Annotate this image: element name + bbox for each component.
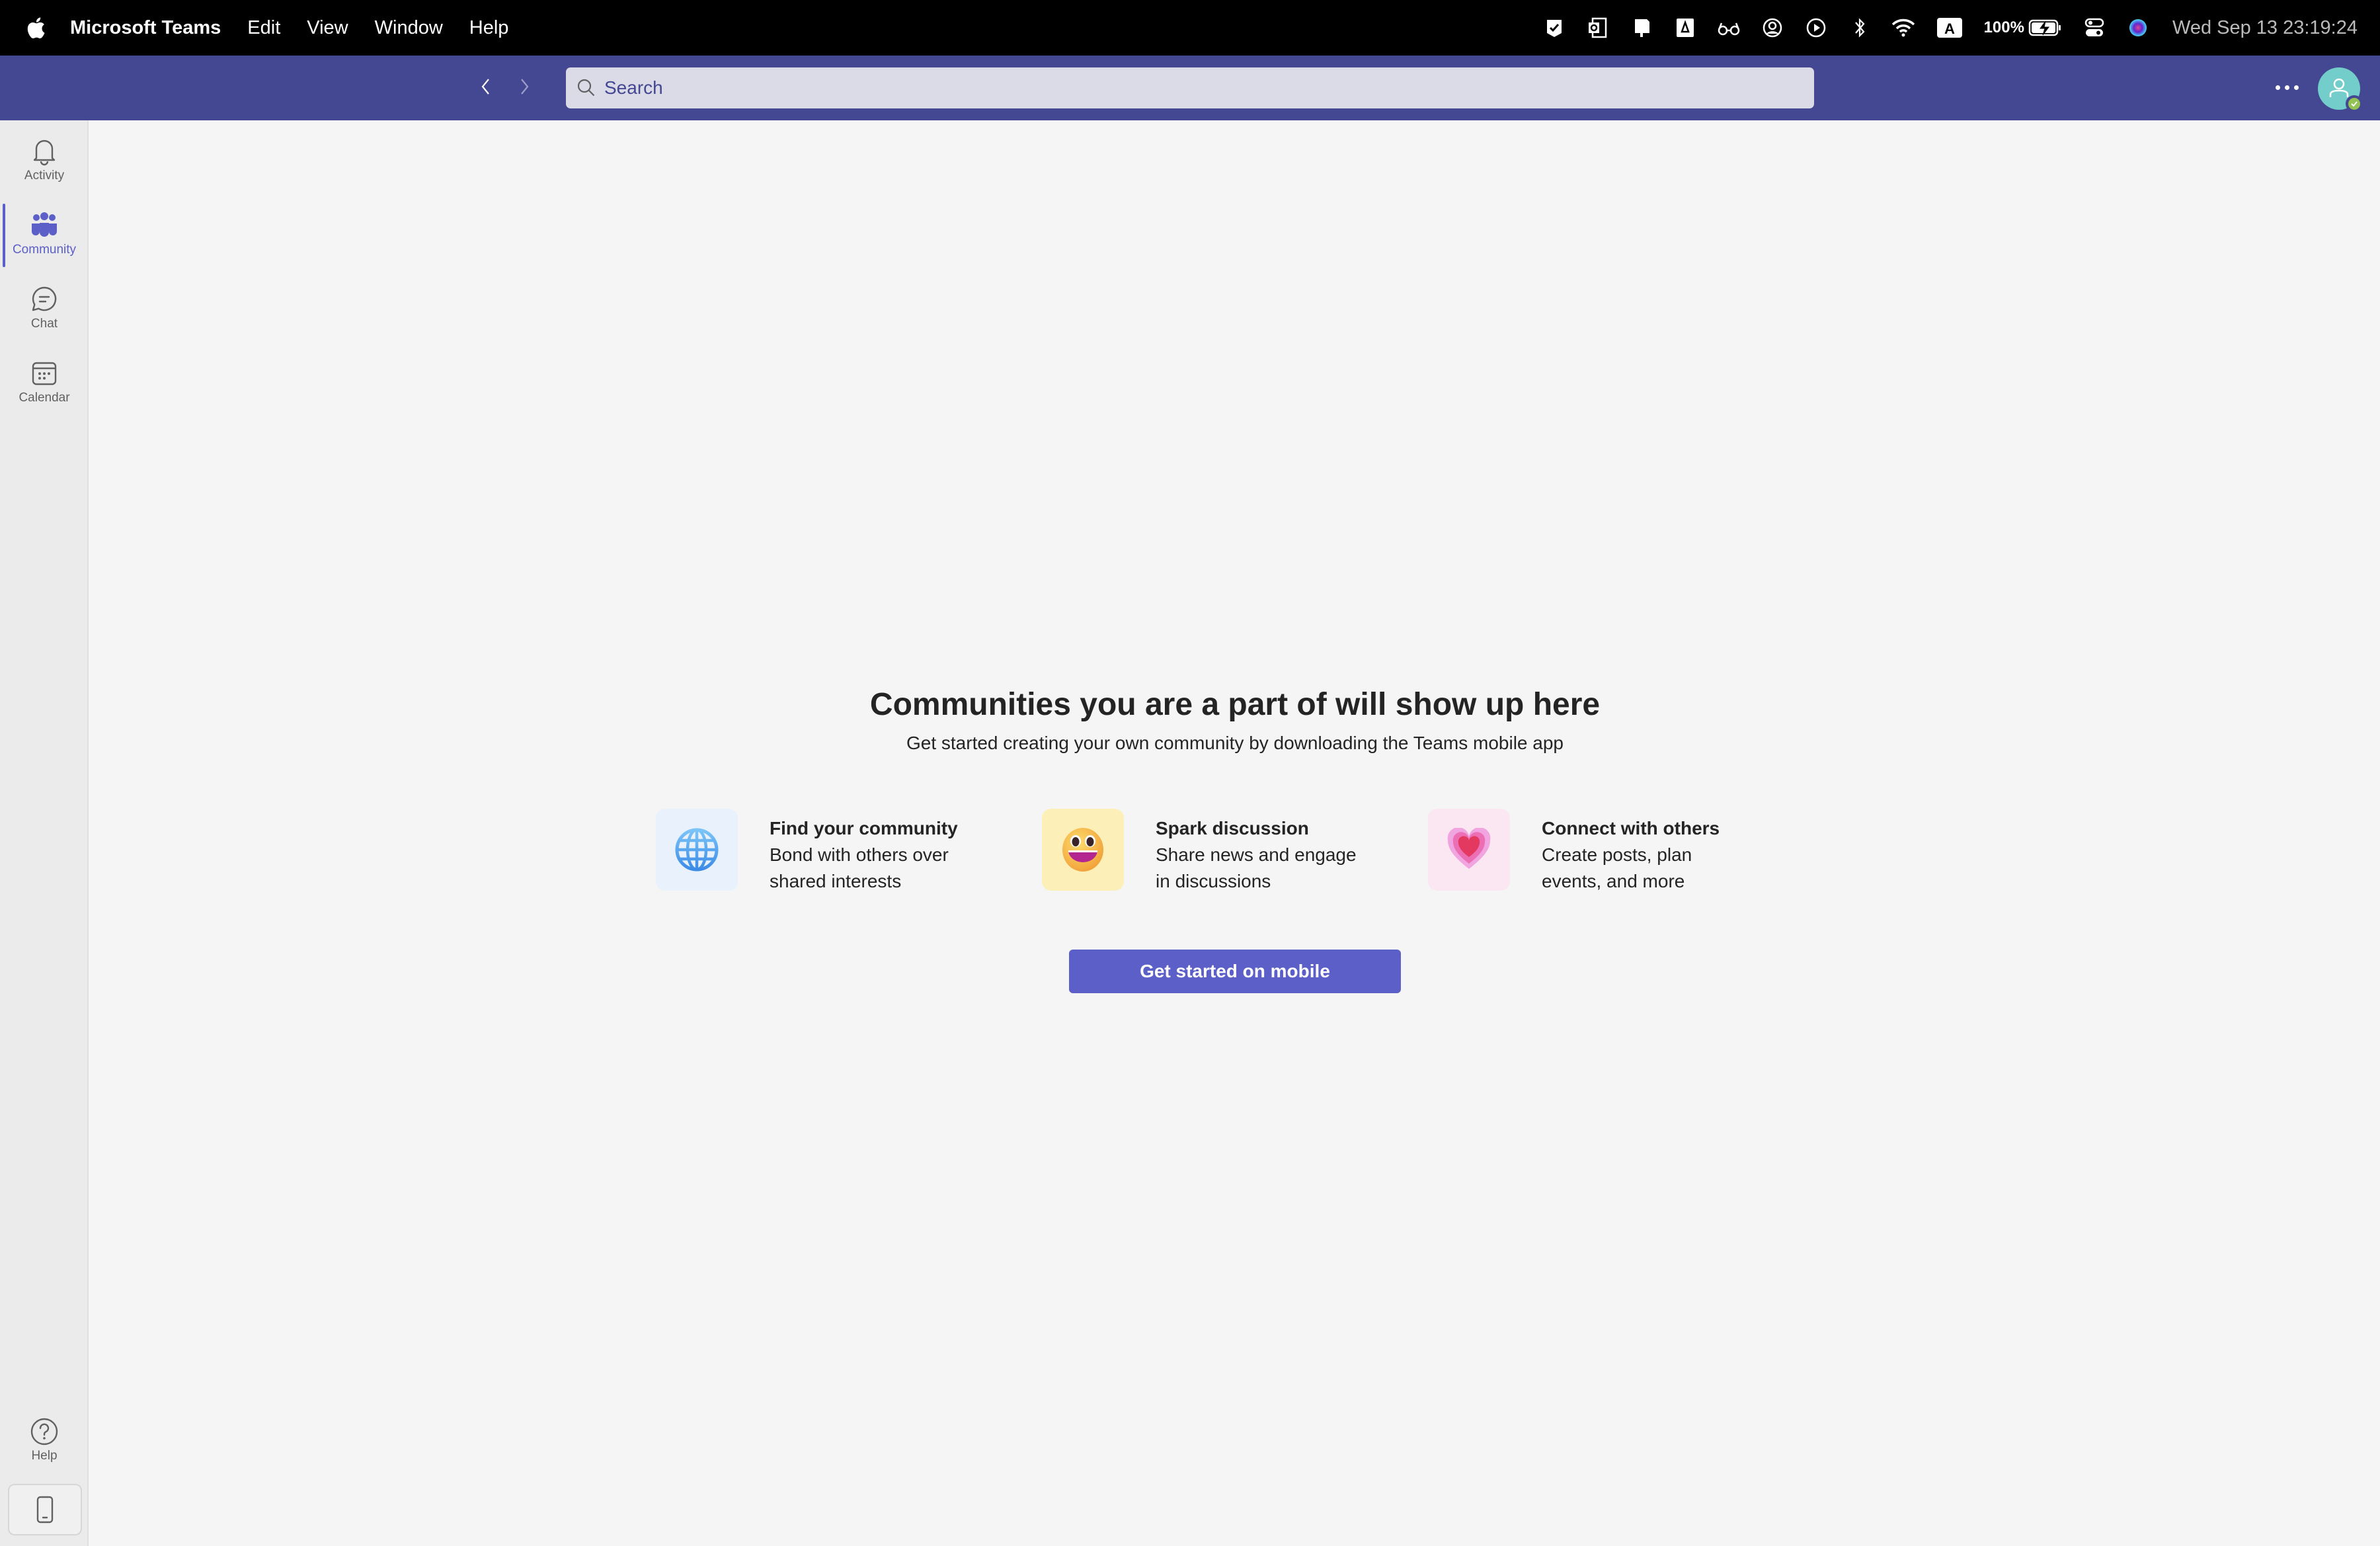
feature-title: Find your community — [770, 818, 958, 838]
back-button[interactable] — [469, 70, 502, 103]
apple-menu-icon[interactable] — [25, 15, 46, 41]
menu-view[interactable]: View — [307, 17, 348, 39]
search-box[interactable] — [566, 67, 1814, 108]
rail-item-calendar[interactable]: Calendar — [0, 348, 89, 417]
play-circle-icon[interactable] — [1804, 16, 1828, 40]
rail-item-chat[interactable]: Chat — [0, 274, 89, 343]
status-area: A 100% Wed Sep 13 23:19:24 — [1523, 0, 2358, 56]
app-bar: Activity Community Chat Calendar Help — [0, 120, 89, 1546]
wifi-icon[interactable] — [1891, 16, 1915, 40]
profile-avatar[interactable] — [2318, 67, 2363, 112]
mobile-phone-icon — [36, 1496, 54, 1524]
feature-title: Spark discussion — [1156, 818, 1309, 838]
macos-menu-bar: Microsoft Teams Edit View Window Help A … — [0, 0, 2380, 56]
siri-icon[interactable] — [2126, 16, 2150, 40]
download-mobile-button[interactable] — [8, 1484, 82, 1535]
feature-description: Bond with others over shared interests — [770, 844, 949, 891]
app-menu[interactable]: Microsoft Teams — [70, 17, 221, 39]
svg-text:A: A — [1944, 20, 1955, 37]
search-icon — [575, 77, 598, 99]
menu-window[interactable]: Window — [375, 17, 443, 39]
forward-button[interactable] — [508, 70, 541, 103]
help-icon — [30, 1417, 59, 1446]
user-circle-icon[interactable] — [1761, 16, 1784, 40]
dot — [2293, 85, 2299, 90]
get-started-on-mobile-button[interactable]: Get started on mobile — [1069, 950, 1401, 993]
drive-icon[interactable] — [1673, 16, 1697, 40]
heart-icon — [1428, 809, 1510, 891]
dot — [2275, 85, 2280, 90]
feature-connect-others: Connect with others Create posts, plan e… — [1428, 809, 1798, 895]
rail-item-help[interactable]: Help — [0, 1406, 89, 1475]
glasses-icon[interactable] — [1717, 16, 1741, 40]
empty-state-subtitle: Get started creating your own community … — [906, 733, 1564, 753]
bluetooth-icon[interactable] — [1848, 16, 1872, 40]
bell-icon — [30, 137, 59, 166]
rail-label: Community — [12, 243, 77, 257]
clock[interactable]: Wed Sep 13 23:19:24 — [2172, 17, 2358, 39]
rail-label: Calendar — [19, 391, 70, 405]
presence-available-badge — [2346, 95, 2363, 112]
empty-state-title: Communities you are a part of will show … — [869, 687, 1601, 722]
control-center-icon[interactable] — [2082, 16, 2106, 40]
feature-find-community: Find your community Bond with others ove… — [656, 809, 1026, 895]
dot — [2284, 85, 2289, 90]
rail-item-community[interactable]: Community — [0, 200, 89, 268]
community-icon — [30, 211, 59, 240]
battery-percentage: 100% — [1983, 19, 2024, 36]
battery-charging-icon[interactable] — [2028, 16, 2063, 40]
menu-edit[interactable]: Edit — [247, 17, 280, 39]
more-options-button[interactable] — [2270, 74, 2303, 101]
rail-label: Activity — [24, 169, 65, 183]
chat-icon — [30, 285, 59, 314]
feature-title: Connect with others — [1542, 818, 1720, 838]
outlook-icon[interactable] — [1586, 16, 1610, 40]
rail-label: Help — [31, 1449, 58, 1463]
feature-description: Create posts, plan events, and more — [1542, 844, 1692, 891]
checkmark-icon — [2351, 101, 2358, 107]
teams-title-bar — [0, 56, 2380, 120]
feature-description: Share news and engage in discussions — [1156, 844, 1357, 891]
keyboard-input-icon[interactable]: A — [1935, 16, 1964, 40]
checkmark-badge-icon[interactable] — [1542, 16, 1566, 40]
rail-label: Chat — [30, 317, 58, 331]
menu-help[interactable]: Help — [469, 17, 509, 39]
grinning-face-icon — [1042, 809, 1124, 891]
chevron-left-icon — [481, 79, 489, 95]
community-empty-state: Communities you are a part of will show … — [90, 120, 2380, 1546]
search-input[interactable] — [604, 77, 1728, 99]
globe-icon — [656, 809, 738, 891]
rail-item-activity[interactable]: Activity — [0, 126, 89, 194]
chevron-right-icon — [521, 79, 529, 95]
feature-spark-discussion: Spark discussion Share news and engage i… — [1042, 809, 1412, 895]
calendar-icon — [30, 359, 59, 388]
display-icon[interactable] — [1630, 16, 1653, 40]
